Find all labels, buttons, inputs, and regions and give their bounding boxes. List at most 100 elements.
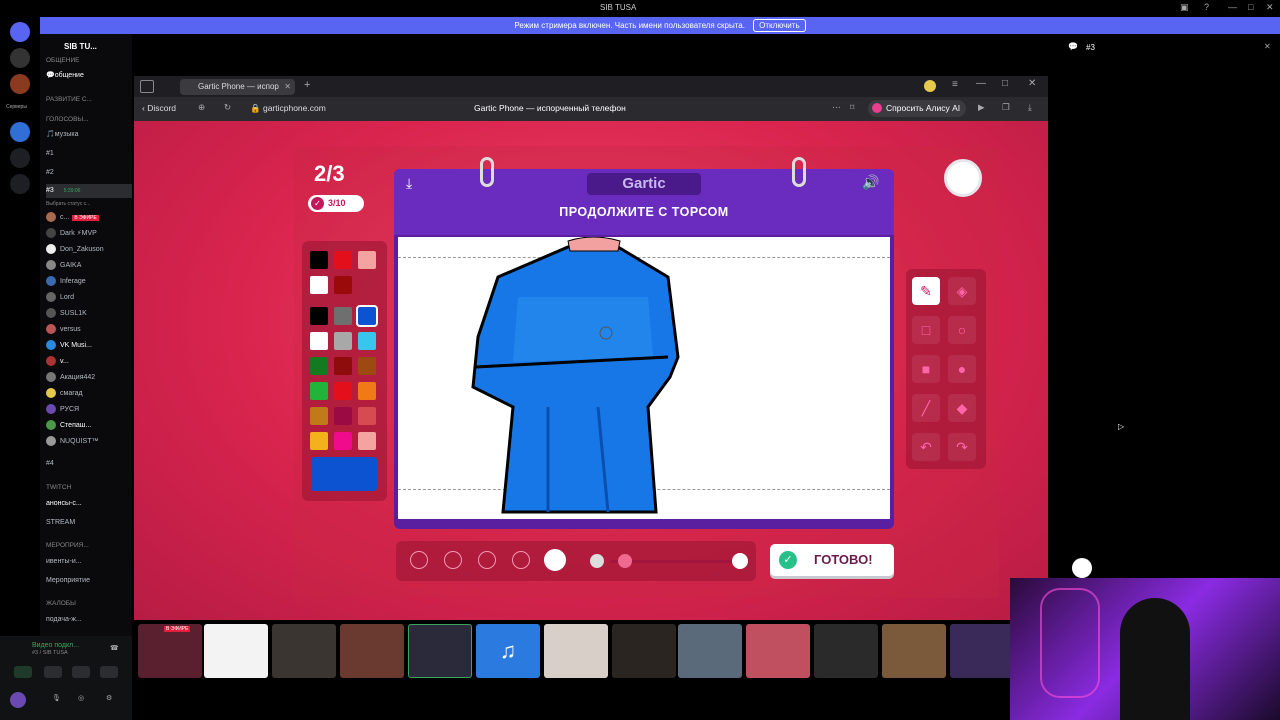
- voice-channel[interactable]: #2: [46, 166, 132, 180]
- stream-thumb[interactable]: В ЭФИРЕ: [138, 624, 202, 678]
- camera-button[interactable]: [14, 666, 32, 678]
- server-icon[interactable]: [10, 74, 30, 94]
- stream-thumb[interactable]: [204, 624, 268, 678]
- fill-bucket-icon[interactable]: ◆: [948, 394, 976, 422]
- ellipse-outline-icon[interactable]: ○: [948, 316, 976, 344]
- member-item[interactable]: GAIKA: [46, 259, 132, 273]
- color-swatch[interactable]: [310, 307, 328, 325]
- stream-thumb[interactable]: [612, 624, 676, 678]
- settings-icon[interactable]: ⚙: [106, 694, 112, 702]
- category[interactable]: РАЗВИТИЕ С...: [46, 93, 132, 107]
- brush-size-selected[interactable]: [544, 549, 566, 571]
- media-icon[interactable]: ▶: [978, 102, 985, 113]
- rectangle-fill-icon[interactable]: ■: [912, 355, 940, 383]
- color-swatch[interactable]: [334, 432, 352, 450]
- channel-item[interactable]: ивенты-и...: [46, 555, 132, 569]
- menu-icon[interactable]: ≡: [952, 79, 958, 90]
- member-item[interactable]: смагад: [46, 387, 132, 401]
- minimize-button[interactable]: —: [1228, 2, 1237, 12]
- server-icon[interactable]: [10, 48, 30, 68]
- download-drawing-icon[interactable]: ⤓: [406, 175, 412, 192]
- close-button[interactable]: ✕: [1266, 2, 1274, 13]
- stream-thumb[interactable]: [408, 624, 472, 678]
- channel-item[interactable]: подача-ж...: [46, 613, 132, 627]
- avatar[interactable]: [10, 692, 26, 708]
- ellipse-fill-icon[interactable]: ●: [948, 355, 976, 383]
- brush-size-option[interactable]: [512, 551, 530, 569]
- category[interactable]: ОБЩЕНИЕ: [46, 54, 132, 68]
- member-item[interactable]: v...: [46, 355, 132, 369]
- category[interactable]: ГОЛОСОВЫ...: [46, 113, 132, 127]
- stream-thumb[interactable]: [746, 624, 810, 678]
- member-item[interactable]: Don_Zakuson: [46, 243, 132, 257]
- member-item[interactable]: SUSL1K: [46, 307, 132, 321]
- browser-tab[interactable]: Gartic Phone — испор ✕: [180, 79, 295, 95]
- channel-item[interactable]: 💬общение: [46, 69, 132, 83]
- mic-icon[interactable]: 🎙: [52, 694, 61, 702]
- event-item[interactable]: Мероприятие: [46, 574, 132, 588]
- brush-size-option[interactable]: [444, 551, 462, 569]
- member-item[interactable]: РУСЯ: [46, 403, 132, 417]
- profile-icon[interactable]: [924, 80, 936, 92]
- inbox-icon[interactable]: ▣: [1180, 2, 1189, 13]
- stream-thumb[interactable]: [678, 624, 742, 678]
- tabs-counter-icon[interactable]: [140, 80, 154, 93]
- color-swatch[interactable]: [358, 407, 376, 425]
- member-item[interactable]: Inferage: [46, 275, 132, 289]
- color-swatch[interactable]: [310, 357, 328, 375]
- soundboard-button[interactable]: [100, 666, 118, 678]
- help-icon[interactable]: ?: [1204, 2, 1209, 12]
- maximize-browser-button[interactable]: □: [1002, 78, 1008, 89]
- brush-size-option[interactable]: [410, 551, 428, 569]
- color-swatch[interactable]: [310, 382, 328, 400]
- color-swatch[interactable]: [358, 432, 376, 450]
- color-swatch[interactable]: [334, 251, 352, 269]
- stream-thumb[interactable]: [814, 624, 878, 678]
- line-tool-icon[interactable]: ╱: [912, 394, 940, 422]
- channel-item[interactable]: STREAM: [46, 516, 132, 530]
- color-swatch[interactable]: [358, 382, 376, 400]
- protect-icon[interactable]: ⊕: [198, 102, 205, 113]
- discover-icon[interactable]: [10, 174, 30, 194]
- close-tab-icon[interactable]: ✕: [284, 79, 291, 95]
- music-thumb[interactable]: ♫: [476, 624, 540, 678]
- voice-channel-active[interactable]: #3 5:39:06: [46, 184, 132, 198]
- url-field[interactable]: 🔒 garticphone.com: [250, 103, 326, 114]
- redo-icon[interactable]: ↷: [948, 433, 976, 461]
- disable-streamer-mode-button[interactable]: Отключить: [753, 19, 806, 32]
- ask-alice-button[interactable]: Спросить Алису AI: [868, 100, 967, 117]
- opacity-slider-thumb[interactable]: [618, 554, 632, 568]
- category[interactable]: ЖАЛОБЫ: [46, 597, 132, 611]
- color-swatch[interactable]: [358, 332, 376, 350]
- stream-thumb[interactable]: [950, 624, 1014, 678]
- color-swatch[interactable]: [310, 432, 328, 450]
- chat-bubble-icon[interactable]: [1072, 558, 1092, 578]
- color-swatch[interactable]: [356, 305, 378, 327]
- color-swatch[interactable]: [334, 407, 352, 425]
- download-icon[interactable]: ⤓: [1028, 102, 1032, 113]
- color-swatch[interactable]: [358, 251, 376, 269]
- color-swatch[interactable]: [334, 307, 352, 325]
- drawing-canvas[interactable]: [398, 237, 890, 519]
- rectangle-outline-icon[interactable]: □: [912, 316, 940, 344]
- undo-icon[interactable]: ↶: [912, 433, 940, 461]
- color-swatch[interactable]: [310, 407, 328, 425]
- server-icon[interactable]: [10, 122, 30, 142]
- bookmark-icon[interactable]: ⌑: [850, 102, 854, 113]
- minimize-browser-button[interactable]: —: [976, 78, 986, 89]
- color-swatch[interactable]: [358, 357, 376, 375]
- stream-thumb[interactable]: [544, 624, 608, 678]
- activities-button[interactable]: [72, 666, 90, 678]
- channel-item[interactable]: анонсы-с...: [46, 497, 132, 511]
- color-swatch[interactable]: [310, 332, 328, 350]
- new-tab-icon[interactable]: +: [304, 79, 310, 91]
- status-text[interactable]: Выбрать статус с...: [46, 197, 132, 211]
- done-button[interactable]: ✓ ГОТОВО!: [770, 544, 894, 576]
- voice-channel[interactable]: #1: [46, 147, 132, 161]
- member-item[interactable]: VK Musi...: [46, 339, 132, 353]
- color-swatch[interactable]: [334, 357, 352, 375]
- category[interactable]: МЕРОПРИЯ...: [46, 539, 132, 553]
- more-icon[interactable]: ⋯: [832, 102, 841, 113]
- stream-thumb[interactable]: [882, 624, 946, 678]
- headphones-icon[interactable]: ◎: [78, 694, 84, 702]
